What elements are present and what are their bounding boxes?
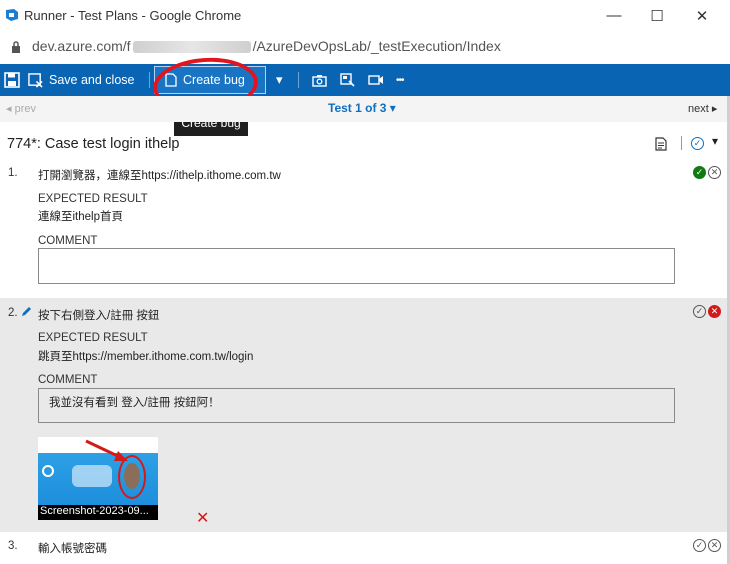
fail-step-icon[interactable]: ✕ <box>708 166 721 179</box>
screenshot-icon[interactable] <box>312 64 327 96</box>
step-status-icons: ✓ ✕ <box>693 166 721 179</box>
pass-step-icon[interactable]: ✓ <box>693 166 706 179</box>
pass-step-icon[interactable]: ✓ <box>693 305 706 318</box>
comment-input[interactable] <box>38 248 675 284</box>
save-close-icon <box>28 72 43 88</box>
red-arrow-annotation <box>85 439 128 461</box>
video-record-icon[interactable] <box>368 64 384 96</box>
fail-step-icon[interactable]: ✕ <box>708 305 721 318</box>
step-status-icons: ✓ ✕ <box>693 305 721 318</box>
test-pager: ◂ prev Test 1 of 3 ▾ next ▸ <box>0 96 730 122</box>
redacted-url-segment <box>132 41 251 54</box>
step-action: 輸入帳號密碼 <box>38 543 107 555</box>
test-step: 3. 輸入帳號密碼 ✓ ✕ <box>0 532 727 564</box>
step-number: 3. <box>8 540 18 552</box>
azure-test-plans-icon <box>6 9 18 21</box>
minimize-button[interactable]: — <box>591 0 637 31</box>
maximize-button[interactable]: ☐ <box>634 0 680 31</box>
pass-step-icon[interactable]: ✓ <box>693 539 706 552</box>
test-case-title: 774*: Case test login ithelp <box>7 136 180 152</box>
url-text[interactable]: dev.azure.com/f/AzureDevOpsLab/_testExec… <box>32 38 501 54</box>
attachment-filename: Screenshot-2023-09... <box>38 505 158 520</box>
comment-label: COMMENT <box>38 374 98 386</box>
outcome-dropdown-icon[interactable]: ▾ <box>712 134 718 148</box>
expected-result-label: EXPECTED RESULT <box>38 332 148 344</box>
step-status-icons: ✓ ✕ <box>693 539 721 552</box>
step-action: 打開瀏覽器，連線至https://ithelp.ithome.com.tw <box>38 170 281 182</box>
expected-result-label: EXPECTED RESULT <box>38 193 148 205</box>
title-divider <box>681 136 682 150</box>
expected-result-value: 連線至ithelp首頁 <box>38 211 123 223</box>
fail-step-icon[interactable]: ✕ <box>708 539 721 552</box>
prev-button[interactable]: ◂ prev <box>6 102 36 115</box>
step-action: 按下右側登入/註冊 按鈕 <box>38 310 160 322</box>
browser-title-bar: Runner - Test Plans - Google Chrome — ☐ … <box>0 0 730 31</box>
save-and-close-label: Save and close <box>49 73 135 87</box>
capture-actions-icon[interactable] <box>340 64 355 96</box>
pass-test-icon[interactable]: ✓ <box>691 137 704 150</box>
comment-label: COMMENT <box>38 235 98 247</box>
edit-pencil-icon[interactable] <box>20 305 33 318</box>
toolbar-divider <box>298 72 299 88</box>
lock-icon <box>12 41 20 53</box>
next-button[interactable]: next ▸ <box>688 102 717 115</box>
test-step: 1. 打開瀏覽器，連線至https://ithelp.ithome.com.tw… <box>0 160 727 298</box>
step-number: 2. <box>8 307 18 319</box>
address-bar[interactable]: dev.azure.com/f/AzureDevOpsLab/_testExec… <box>0 31 730 63</box>
create-bug-dropdown[interactable]: ▾ <box>276 64 283 96</box>
more-options-button[interactable]: ••• <box>396 64 404 96</box>
screenshot-attachment[interactable]: Screenshot-2023-09... <box>38 437 158 520</box>
delete-attachment-icon[interactable]: ✕ <box>196 508 209 528</box>
runner-toolbar: Save and close Create bug ▾ ••• <box>0 64 730 96</box>
test-selector[interactable]: Test 1 of 3 ▾ <box>328 101 396 115</box>
window-title: Runner - Test Plans - Google Chrome <box>24 8 242 23</box>
expected-result-value: 跳頁至https://member.ithome.com.tw/login <box>38 351 254 363</box>
close-window-button[interactable]: ✕ <box>679 0 725 31</box>
test-case-details-icon[interactable] <box>655 137 667 151</box>
save-icon[interactable] <box>4 64 20 96</box>
toolbar-divider <box>149 72 150 88</box>
comment-input[interactable]: 我並沒有看到 登入/註冊 按鈕阿！ <box>38 388 675 423</box>
save-and-close-button[interactable]: Save and close <box>28 64 134 96</box>
step-number: 1. <box>8 167 18 179</box>
